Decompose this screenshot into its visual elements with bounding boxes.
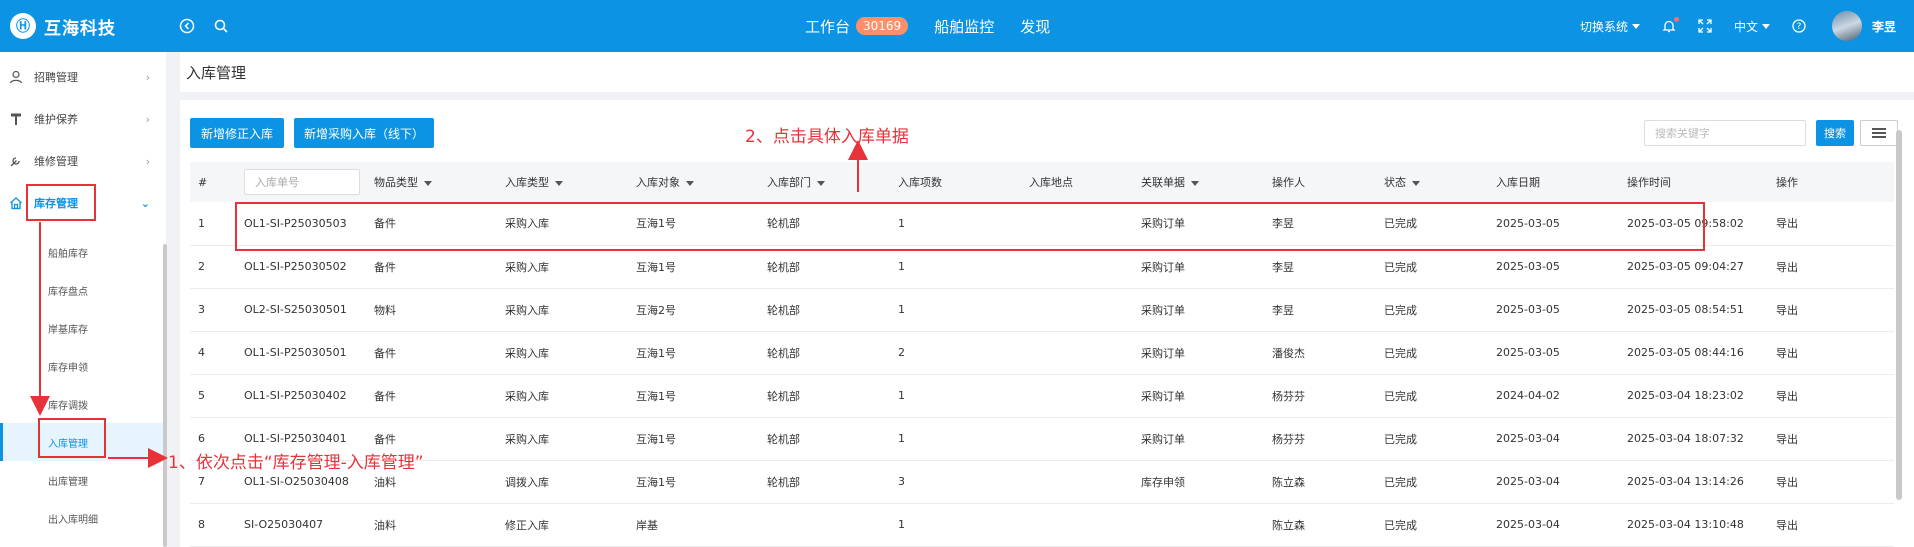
annotation-step1: 1、依次点击“库存管理-入库管理” <box>168 453 424 473</box>
annotation-step2: 2、点击具体入库单据 <box>745 127 909 147</box>
